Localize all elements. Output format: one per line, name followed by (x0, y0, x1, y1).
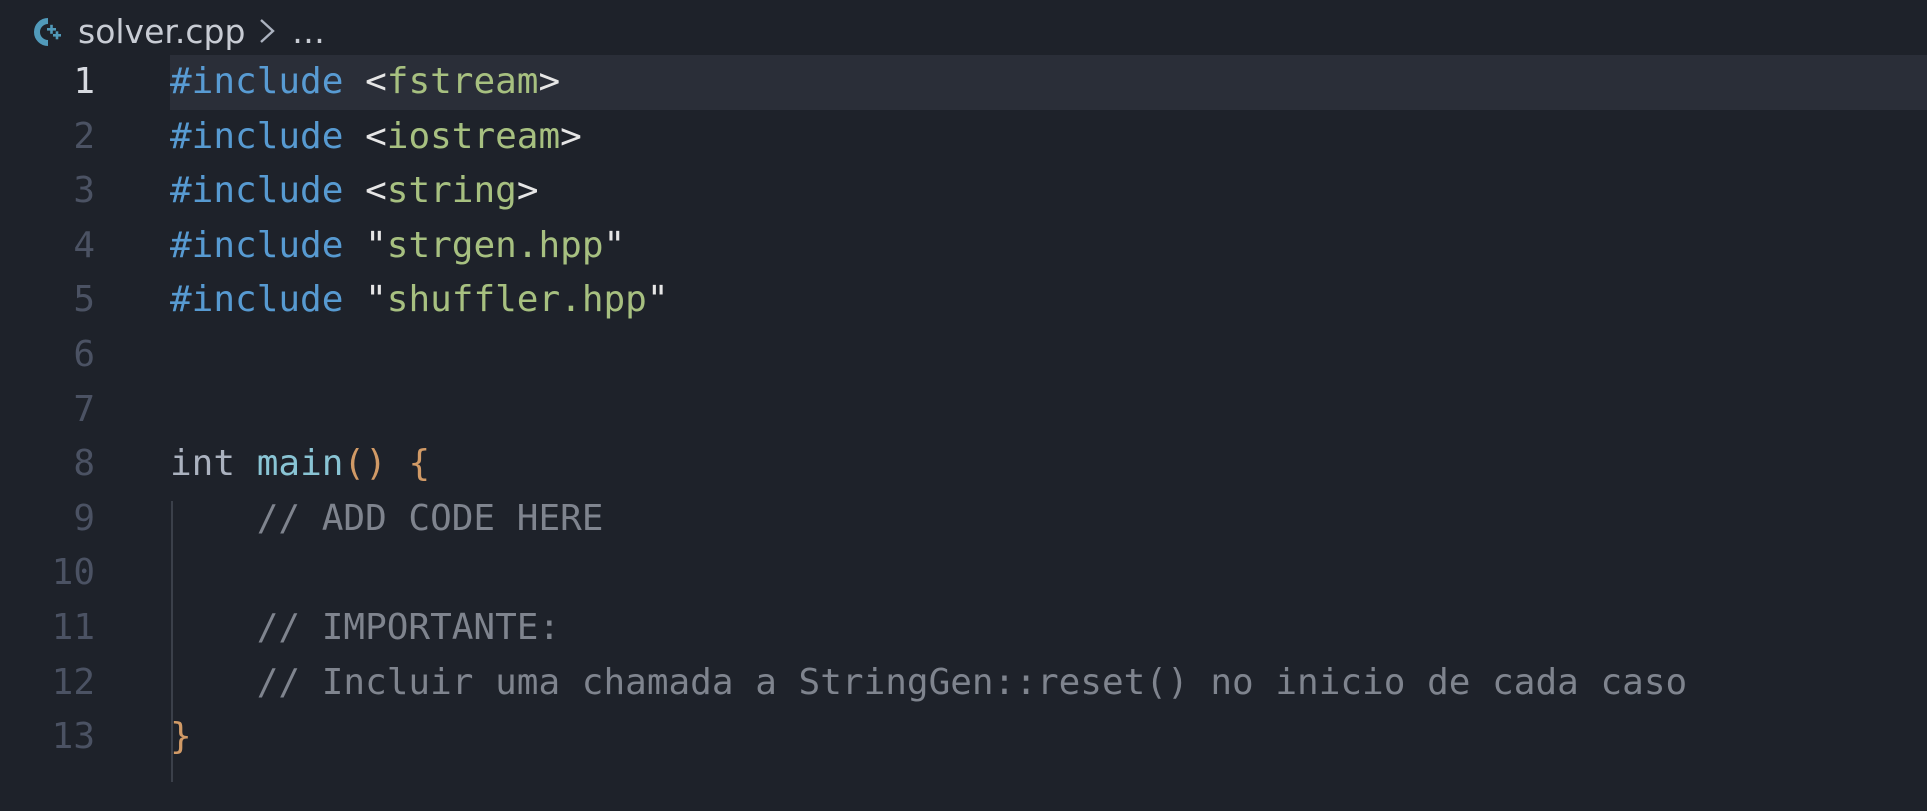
line-code[interactable]: #include "shuffler.hpp" (170, 273, 669, 328)
line-code[interactable]: int main() { (170, 437, 430, 492)
code-token: " (646, 279, 669, 321)
code-token: #include (170, 224, 344, 266)
code-token: > (538, 61, 561, 102)
code-token: () (343, 443, 387, 485)
code-token: > (516, 170, 539, 212)
code-token: " (365, 224, 387, 266)
code-token: main (256, 443, 344, 485)
chevron-right-icon (260, 19, 275, 43)
code-line[interactable]: 8 int main() { (0, 437, 1927, 492)
code-token: fstream (386, 61, 539, 102)
line-code[interactable]: } (170, 710, 192, 765)
code-token: < (365, 115, 387, 157)
line-number: 11 (51, 607, 95, 648)
code-token: < (365, 61, 387, 102)
code-token: #include (170, 170, 344, 212)
code-line[interactable]: 6 (0, 328, 1927, 383)
code-line[interactable]: 4 #include "strgen.hpp" (0, 219, 1927, 274)
code-token: #include (170, 61, 344, 102)
code-token: #include (170, 279, 344, 321)
line-number: 7 (73, 388, 95, 430)
code-line[interactable]: 10 (0, 546, 1927, 601)
code-token: " (603, 224, 626, 266)
line-code[interactable]: // IMPORTANTE: (170, 601, 560, 656)
line-code[interactable]: #include <fstream> (170, 55, 560, 110)
line-number: 5 (73, 279, 95, 321)
code-token: #include (170, 115, 344, 157)
code-editor[interactable]: 1 #include <fstream> 2 #include <iostream> 3… (0, 55, 1927, 811)
line-number: 12 (51, 661, 95, 703)
line-number: 8 (73, 443, 95, 485)
code-line[interactable]: 2 #include <iostream> (0, 110, 1927, 165)
code-token: // ADD CODE HERE (170, 497, 604, 539)
line-number: 6 (73, 334, 95, 375)
line-number: 9 (73, 497, 95, 539)
cpp-icon (34, 18, 61, 46)
line-code[interactable]: // Incluir uma chamada a StringGen::rese… (170, 656, 1687, 711)
line-number: 3 (73, 170, 95, 212)
code-token: { (408, 443, 431, 485)
code-token: > (560, 115, 582, 157)
code-token: strgen.hpp (386, 224, 604, 266)
code-line[interactable]: 11 // IMPORTANTE: (0, 601, 1927, 656)
code-line[interactable]: 7 (0, 383, 1927, 438)
code-line[interactable]: 13} (0, 710, 1927, 765)
line-number: 10 (51, 552, 95, 594)
line-number: 13 (51, 716, 95, 758)
line-code[interactable]: // ADD CODE HERE (170, 492, 604, 547)
line-code[interactable]: #include <string> (170, 164, 539, 219)
code-line[interactable]: 3 #include <string> (0, 164, 1927, 219)
code-line[interactable]: 5 #include "shuffler.hpp" (0, 273, 1927, 328)
line-number: 4 (73, 224, 95, 266)
code-token: < (365, 170, 387, 212)
line-code[interactable]: #include <iostream> (170, 110, 582, 165)
line-code[interactable]: #include "strgen.hpp" (170, 219, 625, 274)
code-token: " (365, 279, 387, 321)
line-number: 1 (73, 61, 95, 102)
code-token: shuffler.hpp (386, 279, 647, 321)
line-number: 2 (73, 115, 95, 157)
code-token: } (170, 716, 192, 758)
code-line[interactable]: 9 // ADD CODE HERE (0, 492, 1927, 547)
code-line[interactable]: 1 #include <fstream> (0, 55, 1927, 110)
breadcrumb-ellipsis[interactable]: … (292, 10, 325, 54)
code-token: // Incluir uma chamada a StringGen::rese… (170, 661, 1688, 703)
code-token: int (170, 443, 236, 485)
breadcrumb-file-name[interactable]: solver.cpp (78, 10, 245, 54)
code-token: // IMPORTANTE: (170, 607, 561, 648)
code-token: iostream (386, 115, 561, 157)
code-token: string (386, 170, 517, 212)
code-line[interactable]: 12 // Incluir uma chamada a StringGen::r… (0, 656, 1927, 711)
